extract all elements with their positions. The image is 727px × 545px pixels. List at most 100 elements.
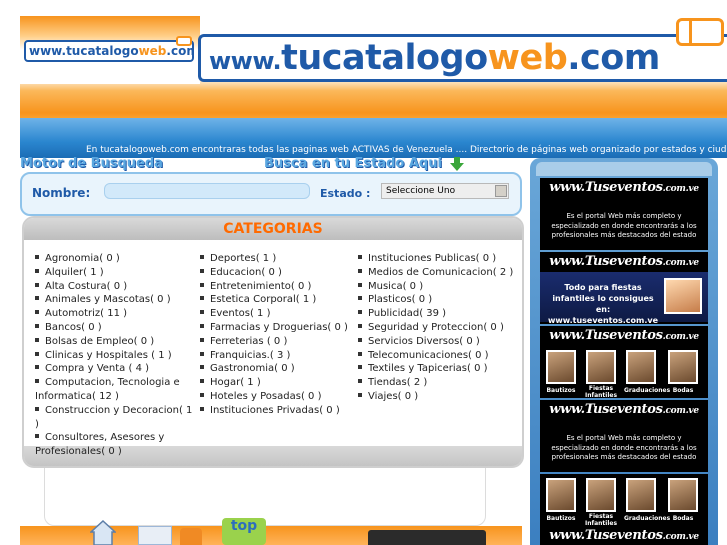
category-item[interactable]: Seguridad y Proteccion( 0 ) — [358, 321, 518, 335]
select-arrow-icon[interactable] — [495, 185, 507, 197]
category-item[interactable]: Agronomia( 0 ) — [35, 252, 195, 266]
category-item[interactable]: Musica( 0 ) — [358, 280, 518, 294]
category-item[interactable]: Publicidad( 39 ) — [358, 307, 518, 321]
category-link[interactable]: Bolsas de Empleo( 0 ) — [45, 336, 154, 347]
category-item[interactable]: Entretenimiento( 0 ) — [200, 280, 350, 294]
ad-caption: Bautizos — [546, 387, 576, 394]
category-link[interactable]: Computacion, Tecnologia e Informatica( 1… — [35, 377, 180, 402]
category-link[interactable]: Deportes( 1 ) — [210, 253, 276, 264]
category-item[interactable]: Farmacias y Droguerias( 0 ) — [200, 321, 350, 335]
ad-banner-1[interactable]: www.Tuseventos.com.ve Es el portal Web m… — [540, 178, 708, 250]
bullet-icon — [35, 296, 39, 301]
bullet-icon — [200, 296, 204, 301]
top-badge[interactable]: top — [222, 518, 266, 545]
category-link[interactable]: Franquicias.( 3 ) — [210, 350, 290, 361]
category-item[interactable]: Plasticos( 0 ) — [358, 293, 518, 307]
category-item[interactable]: Franquicias.( 3 ) — [200, 349, 350, 363]
category-item[interactable]: Estetica Corporal( 1 ) — [200, 293, 350, 307]
category-link[interactable]: Consultores, Asesores y Profesionales( 0… — [35, 432, 164, 457]
bullet-icon — [200, 392, 204, 397]
bullet-icon — [358, 268, 362, 273]
category-item[interactable]: Gastronomia( 0 ) — [200, 362, 350, 376]
nombre-search-input[interactable] — [104, 183, 310, 199]
category-link[interactable]: Clinicas y Hospitales ( 1 ) — [45, 350, 172, 361]
category-item[interactable]: Medios de Comunicacion( 2 ) — [358, 266, 518, 280]
ad-banner-4[interactable]: www.Tuseventos.com.ve Es el portal Web m… — [540, 400, 708, 472]
category-item[interactable]: Educacion( 0 ) — [200, 266, 350, 280]
small-logo[interactable]: www.tucatalogoweb.com — [24, 40, 194, 62]
category-link[interactable]: Educacion( 0 ) — [210, 267, 282, 278]
category-item[interactable]: Bancos( 0 ) — [35, 321, 195, 335]
category-item[interactable]: Viajes( 0 ) — [358, 390, 518, 404]
category-item[interactable]: Deportes( 1 ) — [200, 252, 350, 266]
category-link[interactable]: Telecomunicaciones( 0 ) — [368, 350, 489, 361]
category-item[interactable]: Automotriz( 11 ) — [35, 307, 195, 321]
category-link[interactable]: Plasticos( 0 ) — [368, 294, 432, 305]
categories-column-3: Instituciones Publicas( 0 ) Medios de Com… — [358, 252, 518, 404]
category-link[interactable]: Construccion y Decoracion( 1 ) — [35, 405, 192, 430]
category-item[interactable]: Alta Costura( 0 ) — [35, 280, 195, 294]
category-link[interactable]: Seguridad y Proteccion( 0 ) — [368, 322, 504, 333]
category-link[interactable]: Automotriz( 11 ) — [45, 308, 127, 319]
ad-banner-3[interactable]: www.Tuseventos.com.ve Bautizos Fiestas I… — [540, 326, 708, 398]
category-item[interactable]: Hoteles y Posadas( 0 ) — [200, 390, 350, 404]
category-link[interactable]: Hoteles y Posadas( 0 ) — [210, 391, 321, 402]
category-link[interactable]: Servicios Diversos( 0 ) — [368, 336, 480, 347]
category-item[interactable]: Alquiler( 1 ) — [35, 266, 195, 280]
category-link[interactable]: Entretenimiento( 0 ) — [210, 281, 311, 292]
category-item[interactable]: Bolsas de Empleo( 0 ) — [35, 335, 195, 349]
category-link[interactable]: Alta Costura( 0 ) — [45, 281, 127, 292]
category-item[interactable]: Ferreterias ( 0 ) — [200, 335, 350, 349]
estado-select[interactable]: Seleccione Uno — [381, 183, 509, 199]
category-item[interactable]: Computacion, Tecnologia e Informatica( 1… — [35, 376, 195, 404]
category-item[interactable]: Consultores, Asesores y Profesionales( 0… — [35, 431, 195, 459]
category-link[interactable]: Instituciones Privadas( 0 ) — [210, 405, 340, 416]
category-link[interactable]: Gastronomia( 0 ) — [210, 363, 295, 374]
category-link[interactable]: Ferreterias ( 0 ) — [210, 336, 287, 347]
category-link[interactable]: Medios de Comunicacion( 2 ) — [368, 267, 513, 278]
category-link[interactable]: Tiendas( 2 ) — [368, 377, 427, 388]
rss-icon[interactable] — [180, 528, 202, 545]
category-item[interactable]: Textiles y Tapicerias( 0 ) — [358, 362, 518, 376]
bullet-icon — [200, 406, 204, 411]
category-item[interactable]: Compra y Venta ( 4 ) — [35, 362, 195, 376]
bullet-icon — [358, 379, 362, 384]
ad-photo — [546, 350, 576, 384]
category-item[interactable]: Eventos( 1 ) — [200, 307, 350, 321]
category-link[interactable]: Textiles y Tapicerias( 0 ) — [368, 363, 488, 374]
ad-banner-2[interactable]: www.Tuseventos.com.ve Todo para fiestas … — [540, 252, 708, 324]
category-link[interactable]: Agronomia( 0 ) — [45, 253, 120, 264]
category-link[interactable]: Estetica Corporal( 1 ) — [210, 294, 316, 305]
category-item[interactable]: Instituciones Privadas( 0 ) — [200, 404, 350, 418]
category-link[interactable]: Musica( 0 ) — [368, 281, 423, 292]
ad-photo — [586, 350, 616, 384]
category-item[interactable]: Hogar( 1 ) — [200, 376, 350, 390]
nombre-label: Nombre: — [32, 186, 91, 200]
bullet-icon — [200, 365, 204, 370]
category-item[interactable]: Animales y Mascotas( 0 ) — [35, 293, 195, 307]
category-item[interactable]: Servicios Diversos( 0 ) — [358, 335, 518, 349]
category-link[interactable]: Compra y Venta ( 4 ) — [45, 363, 149, 374]
category-link[interactable]: Farmacias y Droguerias( 0 ) — [210, 322, 348, 333]
category-link[interactable]: Instituciones Publicas( 0 ) — [368, 253, 496, 264]
home-icon[interactable] — [90, 520, 116, 545]
ad-banner-5[interactable]: Bautizos Fiestas Infantiles Graduaciones… — [540, 474, 708, 545]
category-item[interactable]: Telecomunicaciones( 0 ) — [358, 349, 518, 363]
category-link[interactable]: Bancos( 0 ) — [45, 322, 102, 333]
category-item[interactable]: Construccion y Decoracion( 1 ) — [35, 404, 195, 432]
category-link[interactable]: Alquiler( 1 ) — [45, 267, 104, 278]
category-item[interactable]: Tiendas( 2 ) — [358, 376, 518, 390]
category-item[interactable]: Clinicas y Hospitales ( 1 ) — [35, 349, 195, 363]
category-link[interactable]: Animales y Mascotas( 0 ) — [45, 294, 171, 305]
bullet-icon — [35, 337, 39, 342]
ad-photo — [664, 278, 702, 314]
category-item[interactable]: Instituciones Publicas( 0 ) — [358, 252, 518, 266]
category-link[interactable]: Publicidad( 39 ) — [368, 308, 446, 319]
category-link[interactable]: Viajes( 0 ) — [368, 391, 418, 402]
category-link[interactable]: Hogar( 1 ) — [210, 377, 261, 388]
bullet-icon — [35, 255, 39, 259]
ad-photo — [586, 478, 616, 512]
main-logo[interactable]: www.tucatalogoweb.com — [198, 34, 727, 82]
category-link[interactable]: Eventos( 1 ) — [210, 308, 271, 319]
document-icon[interactable] — [138, 526, 172, 545]
